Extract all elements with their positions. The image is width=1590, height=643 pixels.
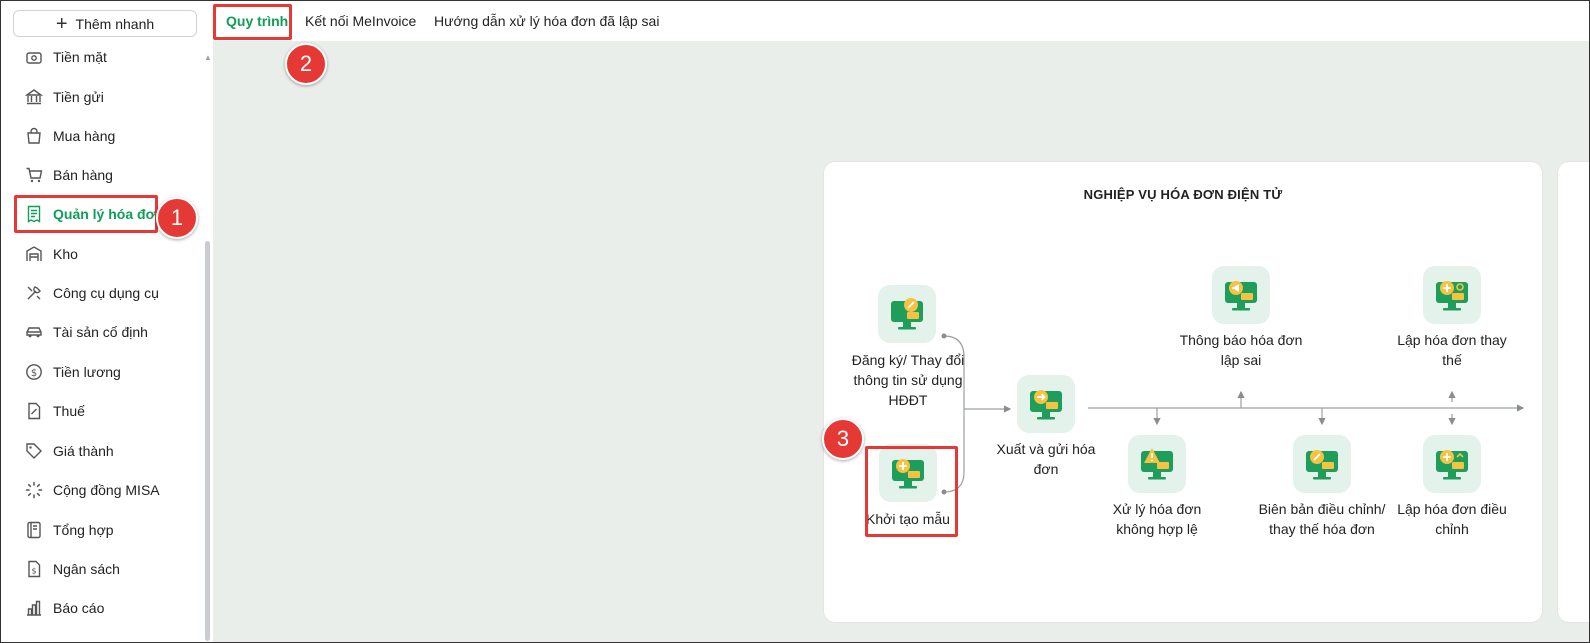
tab-huong-dan[interactable]: Hướng dẫn xử lý hóa đơn đã lập sai bbox=[434, 13, 659, 29]
sidebar-item-label: Mua hàng bbox=[53, 128, 116, 144]
adjust-record-node-icon[interactable] bbox=[1293, 435, 1351, 493]
sidebar-item-label: Tiền gửi bbox=[53, 89, 104, 105]
dollar-icon: $ bbox=[25, 363, 43, 381]
cart-icon bbox=[25, 166, 43, 184]
sidebar-item-tong-hop[interactable]: Tổng hợp bbox=[1, 512, 201, 548]
sidebar-item-label: Báo cáo bbox=[53, 600, 105, 616]
sidebar-item-label: Giá thành bbox=[53, 443, 114, 459]
issue-send-node-icon[interactable] bbox=[1017, 375, 1075, 433]
shopping-bag-icon bbox=[25, 127, 43, 145]
svg-text:$: $ bbox=[31, 567, 36, 576]
sidebar: + Thêm nhanh Tiền mặt Tiền gửi Mua hàng … bbox=[1, 1, 214, 642]
replace-invoice-node-label: Lập hóa đơn thay thế bbox=[1397, 332, 1507, 368]
highlight-box-menu bbox=[14, 195, 158, 233]
sidebar-item-label: Thuế bbox=[53, 403, 85, 419]
warehouse-icon bbox=[25, 245, 43, 263]
quick-add-label: Thêm nhanh bbox=[75, 15, 155, 32]
sidebar-item-kho[interactable]: Kho bbox=[1, 236, 201, 272]
highlight-box-tab bbox=[213, 4, 292, 40]
monitor-warning-icon bbox=[1141, 448, 1173, 480]
sidebar-item-tai-san-co-dinh[interactable]: Tài sản cố định bbox=[1, 314, 201, 350]
main-content: NGHIỆP VỤ HÓA ĐƠN ĐIỆN TỬ Đăng ký/ Thay … bbox=[213, 41, 1589, 642]
sidebar-item-label: Tổng hợp bbox=[53, 522, 114, 538]
tax-document-icon bbox=[25, 402, 43, 420]
budget-icon: $ bbox=[25, 560, 43, 578]
handle-invalid-node-icon[interactable] bbox=[1128, 435, 1186, 493]
sidebar-item-label: Cộng đồng MISA bbox=[53, 482, 160, 498]
highlight-box-template bbox=[865, 446, 958, 537]
tab-ket-noi-meinvoice[interactable]: Kết nối MeInvoice bbox=[305, 13, 416, 29]
monitor-megaphone-icon bbox=[1225, 281, 1257, 311]
callout-badge-2: 2 bbox=[285, 43, 327, 85]
price-tag-icon bbox=[25, 442, 43, 460]
sidebar-item-thue[interactable]: Thuế bbox=[1, 393, 201, 429]
adjust-invoice-node-icon[interactable] bbox=[1423, 435, 1481, 493]
monitor-edit-icon bbox=[891, 298, 923, 330]
top-tabs: Quy trình Kết nối MeInvoice Hướng dẫn xử… bbox=[213, 1, 1589, 41]
sidebar-item-cong-cu-dung-cu[interactable]: Công cụ dụng cụ bbox=[1, 275, 201, 311]
adjust-invoice-node-label: Lập hóa đơn điều chỉnh bbox=[1397, 501, 1507, 537]
sidebar-item-label: Tiền lương bbox=[53, 364, 121, 380]
adjust-record-node-label: Biên bản điều chỉnh/ thay thế hóa đơn bbox=[1258, 501, 1386, 537]
monitor-adjust-icon bbox=[1436, 450, 1468, 480]
notify-wrong-node-label: Thông báo hóa đơn lập sai bbox=[1179, 332, 1303, 368]
monitor-send-icon bbox=[1030, 390, 1062, 420]
handle-invalid-node-label: Xử lý hóa đơn không hợp lệ bbox=[1112, 501, 1202, 537]
sidebar-item-gia-thanh[interactable]: Giá thành bbox=[1, 433, 201, 469]
sidebar-item-tien-mat[interactable]: Tiền mặt bbox=[1, 39, 201, 75]
sidebar-item-cong-dong-misa[interactable]: Cộng đồng MISA bbox=[1, 472, 201, 508]
plus-icon: + bbox=[55, 12, 68, 35]
next-workflow-card bbox=[1557, 161, 1589, 623]
tools-icon bbox=[25, 284, 43, 302]
workflow-card: NGHIỆP VỤ HÓA ĐƠN ĐIỆN TỬ Đăng ký/ Thay … bbox=[823, 161, 1543, 623]
sidebar-item-ban-hang[interactable]: Bán hàng bbox=[1, 157, 201, 193]
callout-badge-1: 1 bbox=[156, 197, 198, 239]
sidebar-item-bao-cao[interactable]: Báo cáo bbox=[1, 590, 201, 626]
community-icon bbox=[25, 481, 43, 499]
sidebar-item-label: Tiền mặt bbox=[53, 49, 107, 65]
cash-register-icon bbox=[25, 48, 43, 66]
register-node-icon[interactable] bbox=[878, 285, 936, 343]
sidebar-item-mua-hang[interactable]: Mua hàng bbox=[1, 118, 201, 154]
car-icon bbox=[25, 323, 43, 341]
sidebar-item-tien-gui[interactable]: Tiền gửi bbox=[1, 79, 201, 115]
quick-add-button[interactable]: + Thêm nhanh bbox=[13, 10, 197, 37]
bar-chart-icon bbox=[25, 599, 43, 617]
sidebar-scrollbar-thumb[interactable] bbox=[205, 241, 210, 641]
register-node-label: Đăng ký/ Thay đổi thông tin sử dụng HĐĐT bbox=[851, 352, 965, 408]
callout-badge-3: 3 bbox=[822, 418, 864, 460]
svg-text:$: $ bbox=[31, 368, 37, 379]
sidebar-item-label: Bán hàng bbox=[53, 167, 113, 183]
sidebar-item-label: Ngân sách bbox=[53, 561, 120, 577]
ledger-icon bbox=[25, 521, 43, 539]
monitor-replace-icon bbox=[1436, 281, 1468, 311]
sidebar-item-label: Công cụ dụng cụ bbox=[53, 285, 159, 301]
app-window: + Thêm nhanh Tiền mặt Tiền gửi Mua hàng … bbox=[0, 0, 1590, 643]
monitor-edit-icon bbox=[1306, 450, 1338, 480]
notify-wrong-node-icon[interactable] bbox=[1212, 266, 1270, 324]
sidebar-item-label: Tài sản cố định bbox=[53, 324, 148, 340]
bank-icon bbox=[24, 88, 44, 106]
replace-invoice-node-icon[interactable] bbox=[1423, 266, 1481, 324]
scroll-up-arrow-icon[interactable]: ▲ bbox=[204, 53, 212, 62]
sidebar-item-ngan-sach[interactable]: $ Ngân sách bbox=[1, 551, 201, 587]
sidebar-item-tien-luong[interactable]: $ Tiền lương bbox=[1, 354, 201, 390]
issue-send-node-label: Xuất và gửi hóa đơn bbox=[996, 441, 1096, 477]
sidebar-item-label: Kho bbox=[53, 246, 78, 262]
